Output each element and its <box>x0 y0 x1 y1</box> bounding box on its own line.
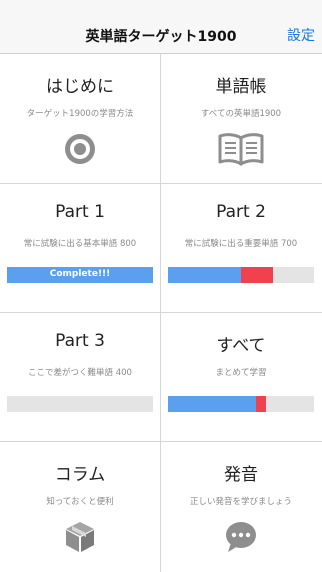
progress-review <box>255 396 266 412</box>
menu-item-title: Part 3 <box>55 331 105 351</box>
menu-item-title: すべて <box>216 336 266 356</box>
progress-complete-label: Complete!!! <box>49 269 111 279</box>
menu-item-part1[interactable]: Part 1 常に試験に出る基本単語 800 Complete!!! <box>0 184 160 312</box>
menu-item-all[interactable]: すべて まとめて学習 <box>161 313 321 441</box>
menu-item-part3[interactable]: Part 3 ここで差がつく難単語 400 <box>0 313 160 441</box>
speech-bubble-icon <box>161 520 321 554</box>
navigation-bar: 英単語ターゲット1900 設定 <box>0 0 322 54</box>
menu-item-subtitle: 常に試験に出る基本単語 800 <box>23 239 137 249</box>
menu-item-title: 単語帳 <box>215 77 267 97</box>
progress-mastered <box>168 267 241 283</box>
progress-review <box>241 267 274 283</box>
menu-item-title: Part 1 <box>55 202 105 222</box>
menu-item-wordbook[interactable]: 単語帳 すべての英単語1900 <box>161 54 321 182</box>
menu-item-subtitle: すべての英単語1900 <box>200 109 282 119</box>
book-icon <box>161 132 321 166</box>
menu-item-subtitle: まとめて学習 <box>215 368 267 378</box>
menu-item-title: コラム <box>54 465 106 485</box>
menu-item-title: Part 2 <box>216 202 266 222</box>
menu-item-title: はじめに <box>46 77 114 97</box>
menu-item-subtitle: 常に試験に出る重要単語 700 <box>184 239 298 249</box>
page-title: 英単語ターゲット1900 <box>85 29 237 45</box>
progress-bar <box>168 267 314 283</box>
menu-item-part2[interactable]: Part 2 常に試験に出る重要単語 700 <box>161 184 321 312</box>
settings-button[interactable]: 設定 <box>287 25 315 45</box>
target-icon <box>0 132 160 166</box>
menu-grid: はじめに ターゲット1900の学習方法 単語帳 すべての英単語1900 Part… <box>0 54 322 572</box>
menu-item-subtitle: ターゲット1900の学習方法 <box>26 109 134 119</box>
progress-bar: Complete!!! <box>7 267 153 283</box>
menu-item-pronunciation[interactable]: 発音 正しい発音を学びましょう <box>161 442 321 570</box>
menu-item-intro[interactable]: はじめに ターゲット1900の学習方法 <box>0 54 160 182</box>
box-icon <box>0 520 160 554</box>
menu-item-subtitle: 正しい発音を学びましょう <box>189 497 292 507</box>
progress-mastered <box>168 396 256 412</box>
menu-item-title: 発音 <box>224 465 258 485</box>
progress-bar <box>168 396 314 412</box>
progress-bar <box>7 396 153 412</box>
menu-item-subtitle: 知っておくと便利 <box>46 497 114 507</box>
menu-item-column[interactable]: コラム 知っておくと便利 <box>0 442 160 570</box>
menu-item-subtitle: ここで差がつく難単語 400 <box>28 368 132 378</box>
